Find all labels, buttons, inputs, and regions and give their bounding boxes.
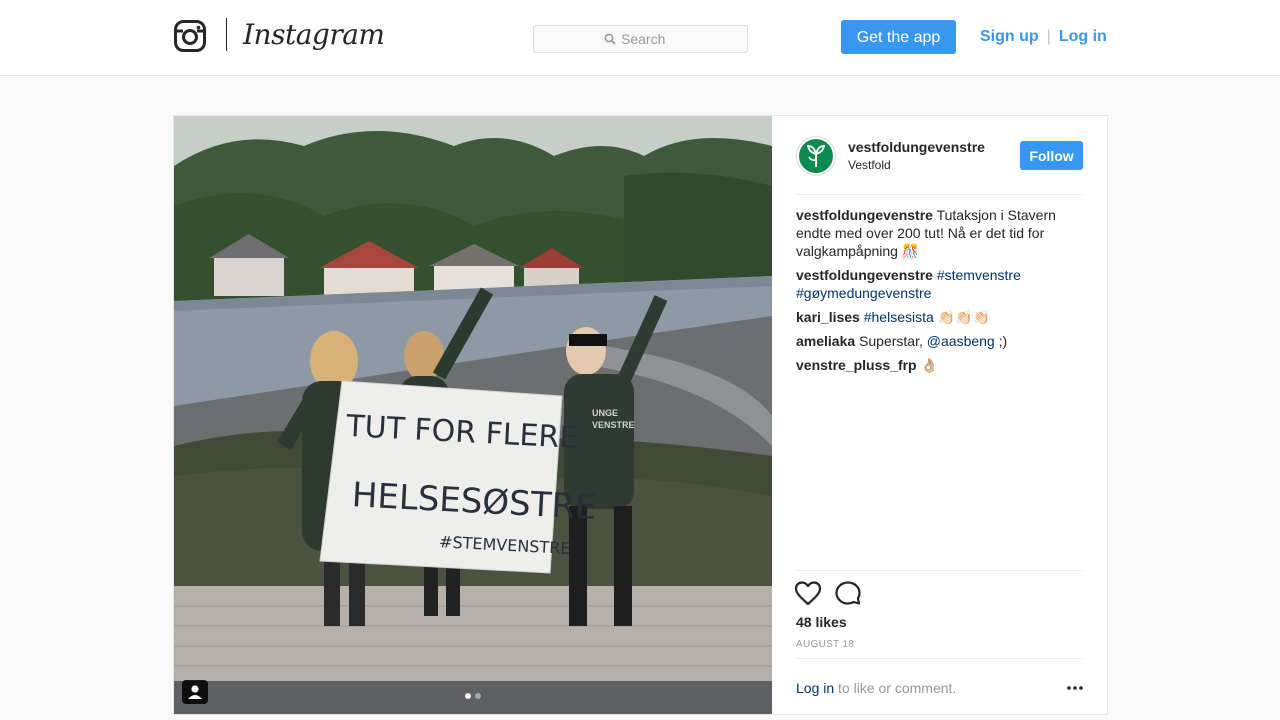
carousel-indicator [465,693,481,699]
shirt-text-top: UNGE [592,408,618,418]
comment-hashtags: vestfoldungevenstre #stemvenstre #gøymed… [796,266,1083,302]
search-box[interactable] [533,25,748,53]
user-tag-icon [188,685,202,699]
carousel-dot[interactable] [475,693,481,699]
follow-button[interactable]: Follow [1020,141,1083,170]
hashtag-link[interactable]: #stemvenstre [937,267,1021,283]
divider [796,658,1083,659]
post-card: UNGE VENSTRE TUT FOR FLERE HELSESØSTRE #… [173,115,1108,715]
login-prompt-text: to like or comment. [834,680,957,696]
divider [796,570,1083,571]
comment-username[interactable]: kari_lises [796,309,860,325]
sign-up-link[interactable]: Sign up [980,28,1039,45]
top-navigation-bar: Instagram Get the app Sign up | Log in [0,0,1280,76]
mention-link[interactable]: @aasbeng [927,333,995,349]
divider [796,194,1083,195]
likes-count[interactable]: 48 likes [796,613,847,631]
more-options-icon[interactable] [1066,682,1084,694]
search-icon [604,33,616,45]
comment-username[interactable]: ameliaka [796,333,855,349]
venstre-flower-icon[interactable] [796,136,836,176]
logo-divider [226,18,227,51]
comment-caption: vestfoldungevenstre Tutaksjon i Stavern … [796,206,1083,260]
carousel-dot-active[interactable] [465,693,471,699]
comment-text-trail: ;) [998,333,1008,349]
login-prompt: Log in to like or comment. [796,679,956,697]
instagram-camera-icon[interactable] [174,20,206,52]
comment-bubble-icon[interactable] [834,580,862,606]
post-location[interactable]: Vestfold [848,157,891,173]
comment-venstre-pluss: venstre_pluss_frp 👌🏼 [796,356,1083,374]
comment-emoji: 👏🏻👏🏻👏🏻 [937,309,990,325]
post-photo[interactable]: UNGE VENSTRE TUT FOR FLERE HELSESØSTRE #… [174,116,772,714]
hashtag-link[interactable]: #helsesista [864,309,934,325]
auth-links: Sign up | Log in [980,27,1107,47]
post-sidebar: vestfoldungevenstre Vestfold Follow vest… [772,116,1107,714]
shirt-text-bottom: VENSTRE [592,420,635,430]
comment-username[interactable]: venstre_pluss_frp [796,357,917,373]
search-input[interactable] [621,29,677,49]
get-the-app-button[interactable]: Get the app [841,20,956,54]
comment-username[interactable]: vestfoldungevenstre [796,267,933,283]
comment-username[interactable]: vestfoldungevenstre [796,207,933,223]
photo-illustration: UNGE VENSTRE TUT FOR FLERE HELSESØSTRE #… [174,116,772,714]
comments-list: vestfoldungevenstre Tutaksjon i Stavern … [796,206,1083,380]
comment-kari: kari_lises #helsesista 👏🏻👏🏻👏🏻 [796,308,1083,326]
hashtag-link[interactable]: #gøymedungevenstre [796,285,931,301]
comment-emoji: 👌🏼 [920,357,938,373]
comment-text: Superstar, [859,333,923,349]
user-tag-badge[interactable] [182,680,208,704]
log-in-link[interactable]: Log in [1059,28,1107,45]
auth-divider: | [1046,28,1051,45]
comment-ameliaka: ameliaka Superstar, @aasbeng ;) [796,332,1083,350]
post-author-username[interactable]: vestfoldungevenstre [848,138,985,156]
post-date[interactable]: AUGUST 18 [796,638,854,651]
brand-wordmark[interactable]: Instagram [243,17,385,53]
heart-icon[interactable] [794,580,822,606]
login-link[interactable]: Log in [796,680,834,696]
